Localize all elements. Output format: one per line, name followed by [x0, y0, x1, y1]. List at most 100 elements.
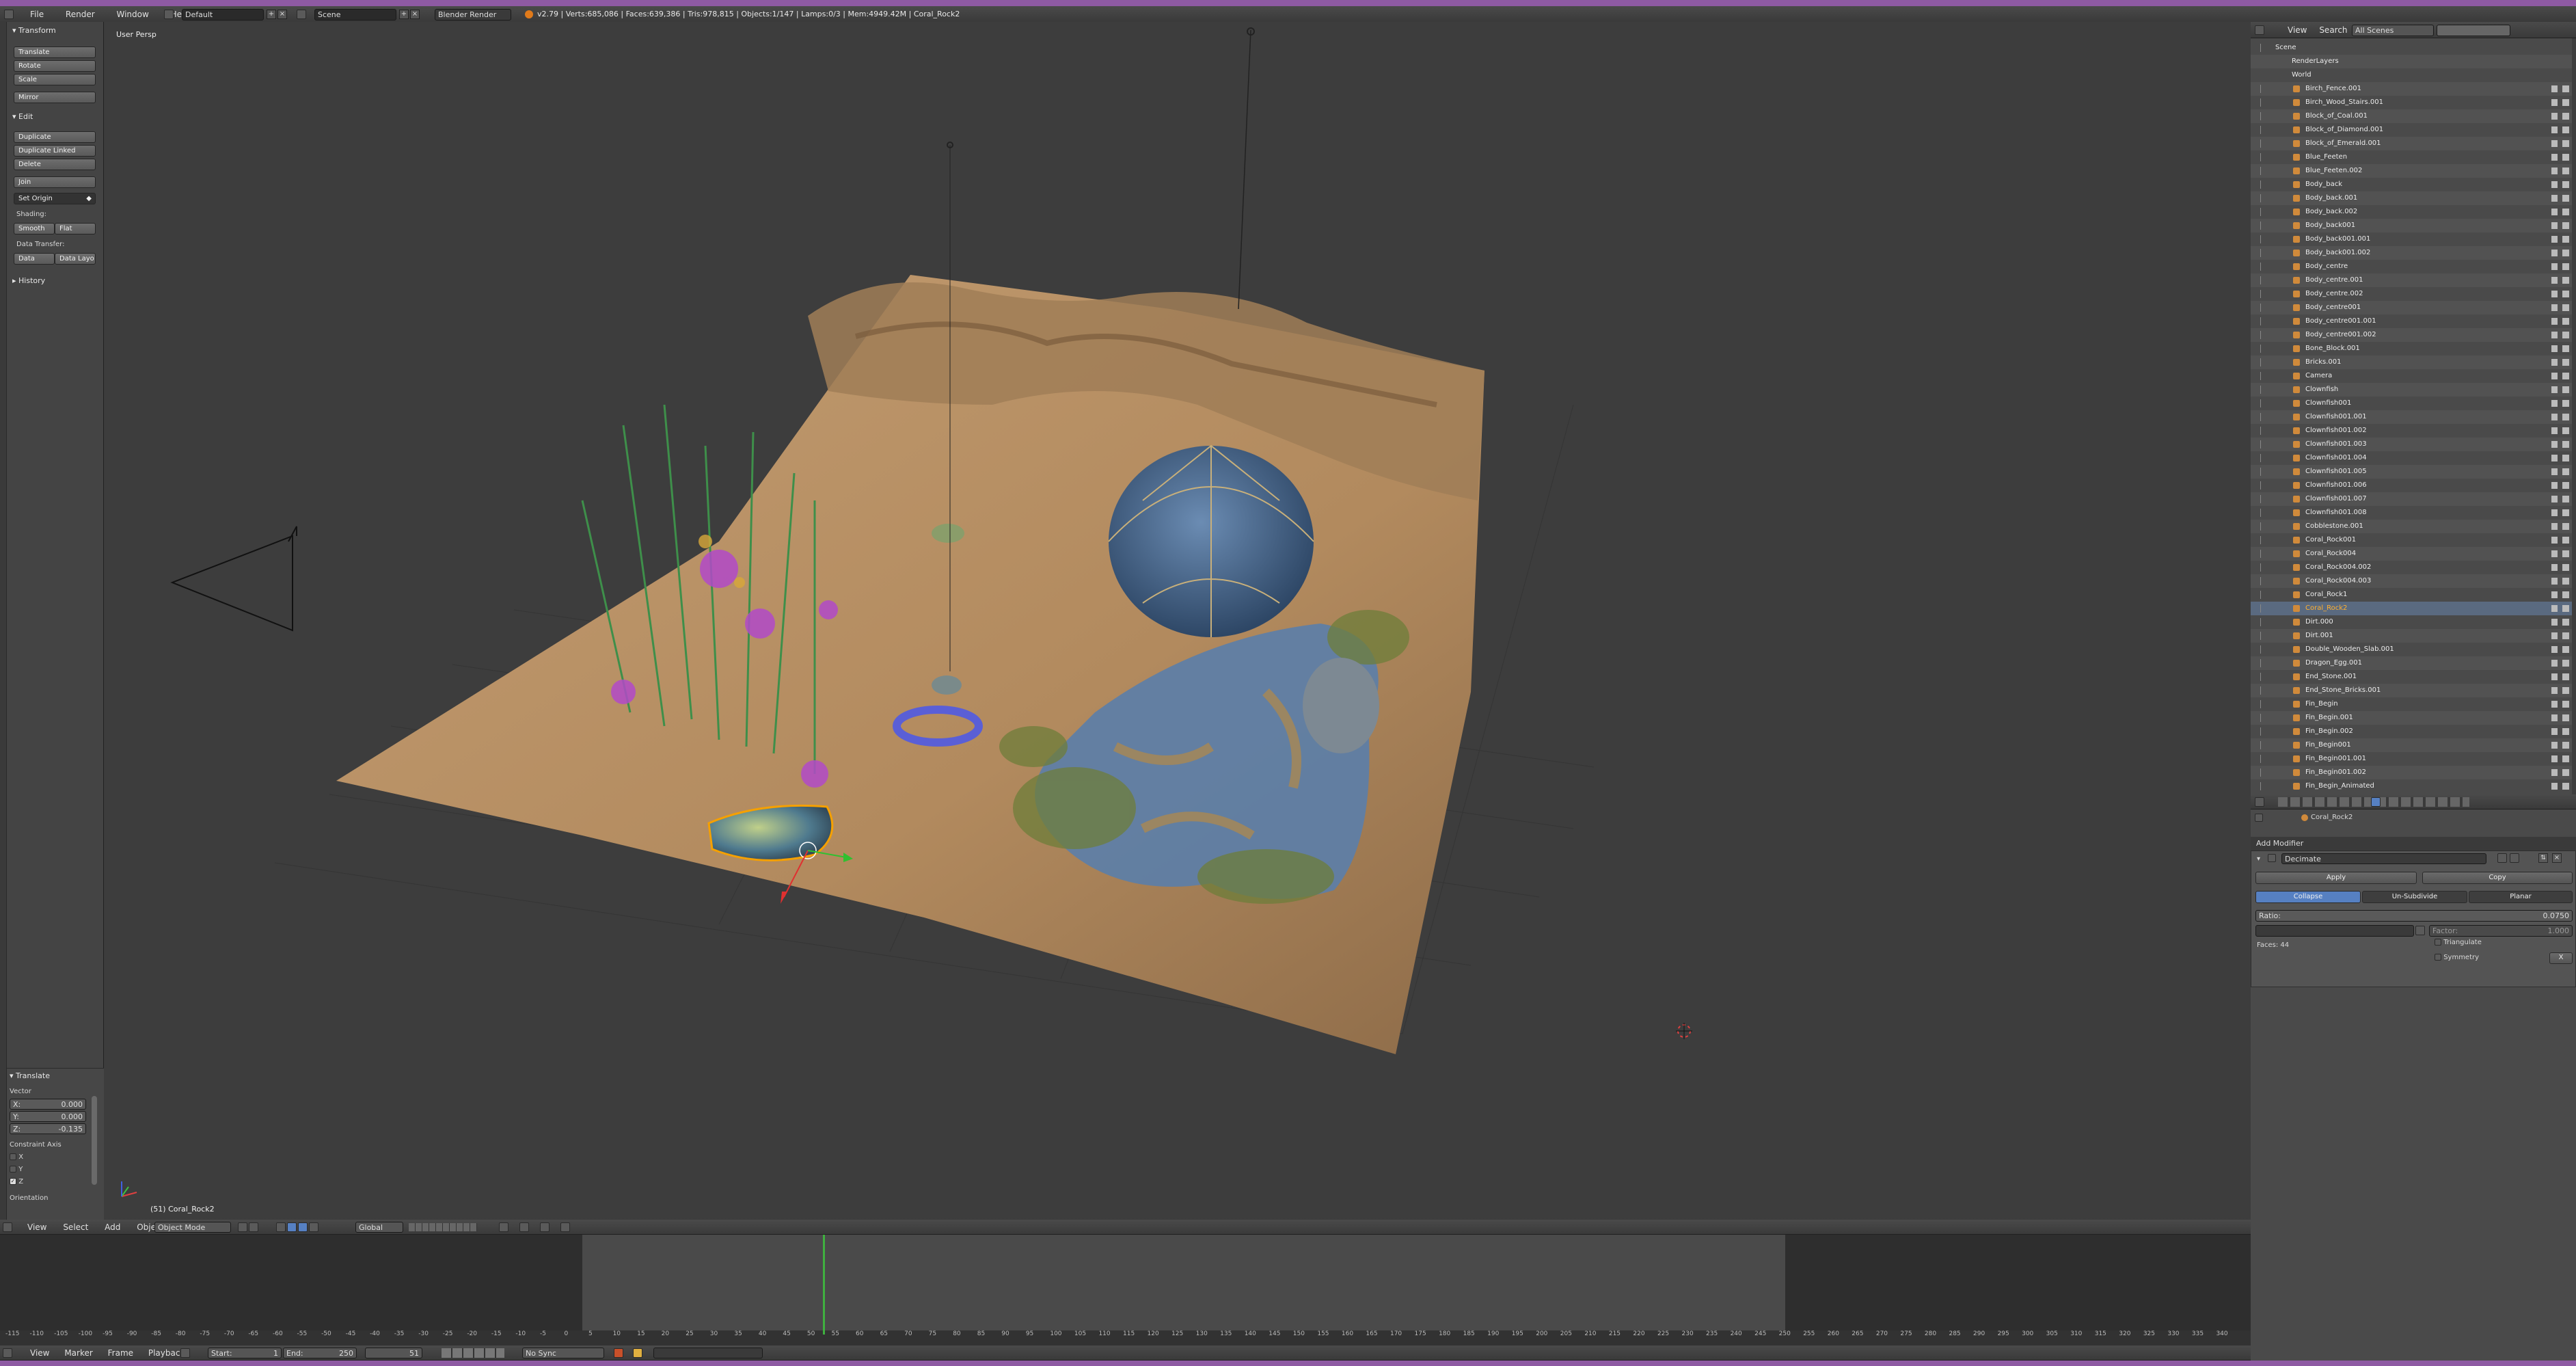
outliner-tree[interactable]: Scene RenderLayers World Birch_Fence.001… — [2251, 38, 2576, 794]
collapse-arrow-icon[interactable]: ▾ — [2257, 855, 2260, 863]
smooth-button[interactable]: Smooth — [14, 223, 55, 235]
flat-button[interactable]: Flat — [55, 223, 96, 235]
expand-toggle-icon[interactable] — [2260, 372, 2267, 380]
expand-toggle-icon[interactable] — [2260, 673, 2267, 681]
outliner-item[interactable]: Clownfish001.005 — [2251, 465, 2576, 479]
visibility-icon[interactable] — [2551, 126, 2569, 133]
outliner-scrollbar[interactable] — [2572, 38, 2576, 794]
keying-set-icon[interactable] — [633, 1348, 642, 1358]
editor-type-icon-timeline[interactable] — [3, 1348, 12, 1358]
outliner-item[interactable]: Clownfish001.006 — [2251, 479, 2576, 492]
outliner-item[interactable]: Bricks.001 — [2251, 356, 2576, 369]
outliner-item[interactable]: Clownfish001.001 — [2251, 410, 2576, 424]
expand-toggle-icon[interactable] — [2260, 263, 2267, 271]
outliner-item[interactable]: Clownfish001.003 — [2251, 438, 2576, 451]
tool-tabs[interactable] — [0, 22, 7, 1220]
delete-button[interactable]: Delete — [14, 159, 96, 170]
visibility-icon[interactable] — [2551, 154, 2569, 161]
symmetry-axis-selector[interactable]: X — [2549, 952, 2573, 964]
outliner-item[interactable]: Coral_Rock004 — [2251, 547, 2576, 561]
expand-toggle-icon[interactable] — [2260, 290, 2267, 298]
layout-selector[interactable]: Default — [182, 9, 264, 21]
timeline-menu-view[interactable]: View — [30, 1348, 49, 1358]
edit-panel-title[interactable]: ▾ Edit — [12, 112, 33, 121]
screen-layout-icon[interactable] — [164, 10, 174, 19]
expand-toggle-icon[interactable] — [2260, 208, 2267, 216]
preview-range-icon[interactable] — [180, 1348, 190, 1358]
menu-file[interactable]: File — [30, 10, 44, 19]
outliner-item[interactable]: Body_centre001.001 — [2251, 314, 2576, 328]
add-modifier-button[interactable]: Add Modifier — [2251, 837, 2576, 851]
expand-toggle-icon[interactable] — [2260, 714, 2267, 722]
expand-toggle-icon[interactable] — [2260, 741, 2267, 749]
visibility-icon[interactable] — [2551, 414, 2569, 420]
operator-title[interactable]: ▾ Translate — [10, 1071, 50, 1080]
end-frame-field[interactable]: End: 250 — [283, 1348, 357, 1358]
visibility-icon[interactable] — [2551, 85, 2569, 92]
expand-toggle-icon[interactable] — [2260, 727, 2267, 736]
outliner-renderlayers-row[interactable]: RenderLayers — [2251, 55, 2576, 68]
visibility-icon[interactable] — [2551, 550, 2569, 557]
outliner-item[interactable]: Fin_Begin001.002 — [2251, 766, 2576, 779]
outliner-world-row[interactable]: World — [2251, 68, 2576, 82]
outliner-item[interactable]: Body_centre.001 — [2251, 273, 2576, 287]
add-scene-icon[interactable]: + — [399, 10, 409, 19]
outliner-item[interactable]: Fin_Begin.001 — [2251, 711, 2576, 725]
outliner-item[interactable]: Clownfish001.002 — [2251, 424, 2576, 438]
visibility-icon[interactable] — [2551, 455, 2569, 461]
expand-toggle-icon[interactable] — [2260, 126, 2267, 134]
expand-toggle-icon[interactable] — [2260, 768, 2267, 777]
outliner-item[interactable]: Camera — [2251, 369, 2576, 383]
viewport-shading-icon[interactable] — [238, 1222, 247, 1232]
show-viewport-icon[interactable] — [2510, 853, 2519, 863]
outliner-item[interactable]: Coral_Rock1 — [2251, 588, 2576, 602]
scene-selector[interactable]: Scene — [314, 9, 396, 21]
expand-toggle-icon[interactable] — [2260, 249, 2267, 257]
editor-type-icon[interactable] — [4, 10, 14, 19]
outliner-item[interactable]: End_Stone_Bricks.001 — [2251, 684, 2576, 697]
show-render-icon[interactable] — [2497, 853, 2507, 863]
outliner-item[interactable]: Body_back001.001 — [2251, 232, 2576, 246]
invert-group-icon[interactable] — [2415, 926, 2425, 935]
data-layout-button[interactable]: Data Layo — [55, 253, 96, 265]
visibility-icon[interactable] — [2551, 427, 2569, 434]
editor-type-icon-outliner[interactable] — [2255, 25, 2264, 35]
layer-buttons[interactable] — [409, 1223, 477, 1231]
constraint-z-checkbox[interactable]: ✓ Z — [10, 1178, 23, 1186]
visibility-icon[interactable] — [2551, 673, 2569, 680]
visibility-icon[interactable] — [2551, 181, 2569, 188]
expand-toggle-icon[interactable] — [2260, 112, 2267, 120]
pin-icon[interactable] — [2255, 814, 2263, 822]
outliner-menu-view[interactable]: View — [2288, 25, 2307, 35]
orientation-selector[interactable]: Global — [355, 1222, 403, 1233]
menu-view[interactable]: View — [27, 1222, 46, 1232]
visibility-icon[interactable] — [2551, 318, 2569, 325]
menu-add[interactable]: Add — [105, 1222, 120, 1232]
outliner-item[interactable]: Body_back001.002 — [2251, 246, 2576, 260]
scale-button[interactable]: Scale — [14, 74, 96, 85]
outliner-menu-search[interactable]: Search — [2319, 25, 2347, 35]
expand-toggle-icon[interactable] — [2260, 85, 2267, 93]
visibility-icon[interactable] — [2551, 619, 2569, 626]
expand-toggle-icon[interactable] — [2260, 167, 2267, 175]
snap-icon[interactable] — [519, 1222, 529, 1232]
outliner-item[interactable]: Body_centre001.002 — [2251, 328, 2576, 342]
visibility-icon[interactable] — [2551, 373, 2569, 379]
visibility-icon[interactable] — [2551, 140, 2569, 147]
duplicate-linked-button[interactable]: Duplicate Linked — [14, 145, 96, 157]
ratio-slider[interactable]: Ratio: 0.0750 — [2255, 910, 2573, 922]
modifier-name-field[interactable]: Decimate — [2281, 853, 2486, 864]
transform-panel-title[interactable]: ▾ Transform — [12, 26, 56, 35]
visibility-icon[interactable] — [2551, 701, 2569, 708]
visibility-icon[interactable] — [2551, 714, 2569, 721]
expand-toggle-icon[interactable] — [2260, 235, 2267, 243]
outliner-item[interactable]: Body_centre — [2251, 260, 2576, 273]
manipulator-icon[interactable] — [276, 1222, 286, 1232]
expand-toggle-icon[interactable] — [2260, 413, 2267, 421]
outliner-scene-row[interactable]: Scene — [2251, 41, 2576, 55]
expand-toggle-icon[interactable] — [2260, 509, 2267, 517]
outliner-item[interactable]: Fin_Begin.002 — [2251, 725, 2576, 738]
outliner-item[interactable]: Dirt.001 — [2251, 629, 2576, 643]
factor-field[interactable]: Factor: 1.000 — [2429, 925, 2573, 937]
start-frame-field[interactable]: Start: 1 — [208, 1348, 282, 1358]
